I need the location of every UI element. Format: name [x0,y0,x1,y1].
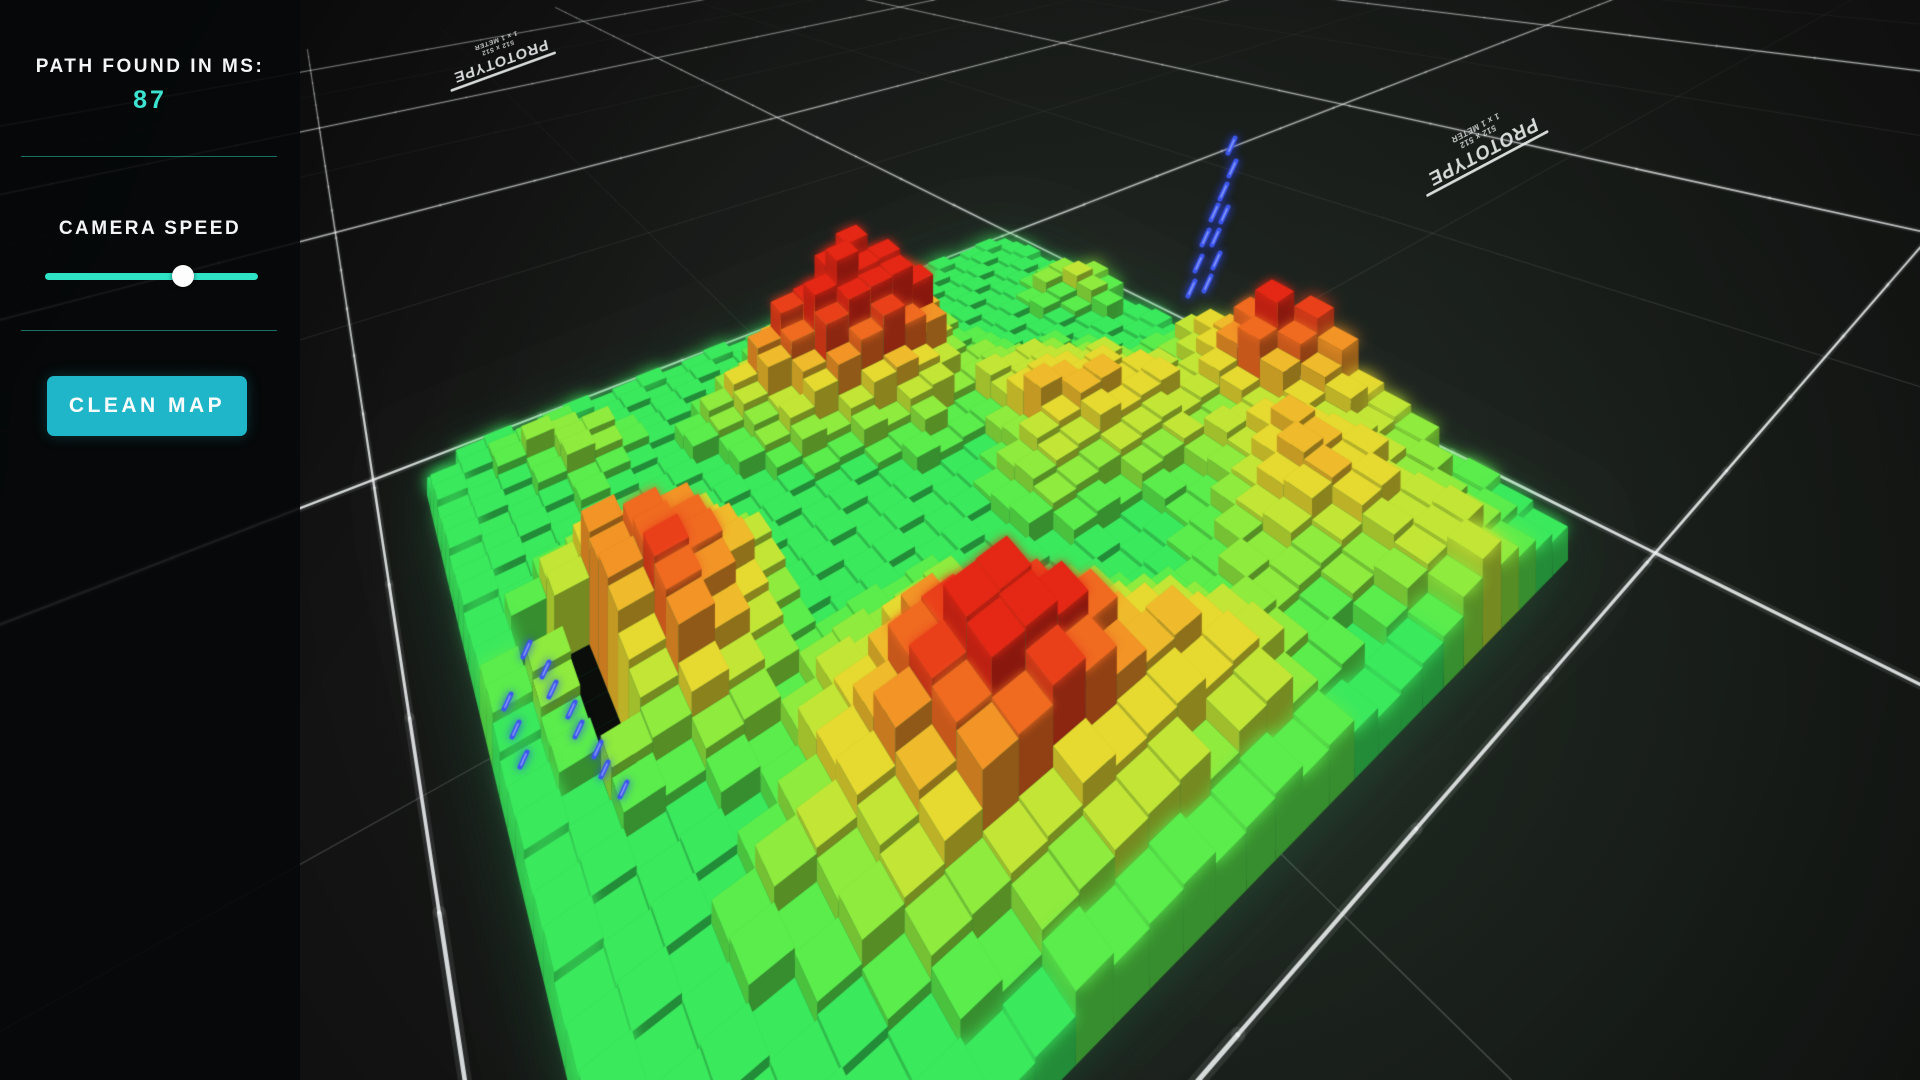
divider [21,156,277,157]
camera-speed-label: CAMERA SPEED [0,218,300,240]
camera-speed-slider[interactable] [45,265,258,287]
slider-thumb[interactable] [172,265,194,287]
sidebar-panel: PATH FOUND IN MS: 87 CAMERA SPEED CLEAN … [0,0,300,1080]
clean-map-button[interactable]: CLEAN MAP [47,376,247,436]
path-time-label: PATH FOUND IN MS: [0,56,300,78]
divider [21,330,277,331]
app-root: PROTOTYPE 512 x 512 1 x 1 METER PROTOTYP… [0,0,1920,1080]
path-time-value: 87 [0,86,300,115]
slider-track[interactable] [45,273,258,280]
